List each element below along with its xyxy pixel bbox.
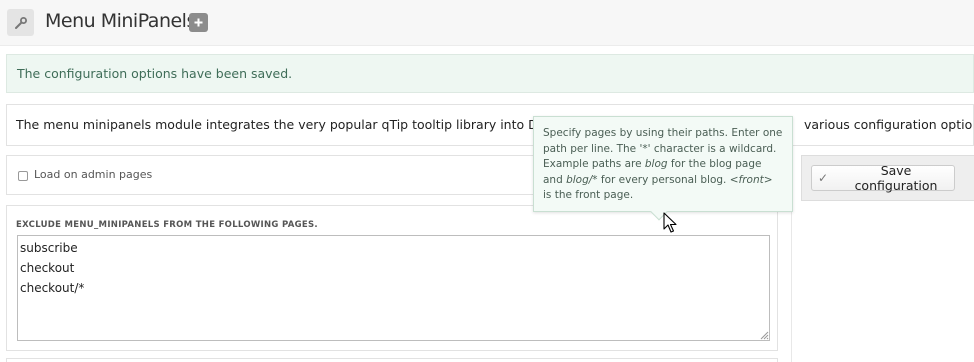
wrench-icon[interactable] <box>7 9 34 36</box>
tooltip-example: blog/* <box>566 173 598 186</box>
page-title: Menu MiniPanels <box>45 10 196 32</box>
save-configuration-button[interactable]: ✓ Save configuration <box>811 163 955 193</box>
load-admin-checkbox[interactable] <box>18 171 28 181</box>
tooltip-text: for every personal blog. <box>597 173 730 186</box>
exclude-pages-label: EXCLUDE MENU_MINIPANELS FROM THE FOLLOWI… <box>16 220 318 230</box>
module-description: The menu minipanels module integrates th… <box>6 104 974 146</box>
add-shortcut-button[interactable] <box>189 13 208 32</box>
plus-icon <box>194 18 203 27</box>
check-icon: ✓ <box>818 171 829 185</box>
next-section <box>6 358 778 362</box>
tooltip-example: blog <box>644 158 668 170</box>
description-text: The menu minipanels module integrates th… <box>16 117 570 132</box>
mouse-cursor-icon <box>663 212 677 233</box>
resize-grip-icon[interactable] <box>760 331 769 340</box>
exclude-pages-textarea[interactable]: subscribe checkout checkout/* <box>17 235 770 341</box>
tooltip-example: <front> <box>729 173 773 186</box>
tooltip-text: is the front page. <box>543 189 634 201</box>
load-admin-label[interactable]: Load on admin pages <box>34 168 152 181</box>
help-tooltip: Specify pages by using their paths. Ente… <box>533 116 793 221</box>
save-panel: ✓ Save configuration <box>801 155 974 201</box>
page-header: Menu MiniPanels <box>0 0 974 46</box>
status-message: The configuration options have been save… <box>6 54 974 93</box>
save-configuration-label: Save configuration <box>854 163 938 193</box>
description-text-end: various configuration options. <box>804 117 973 132</box>
